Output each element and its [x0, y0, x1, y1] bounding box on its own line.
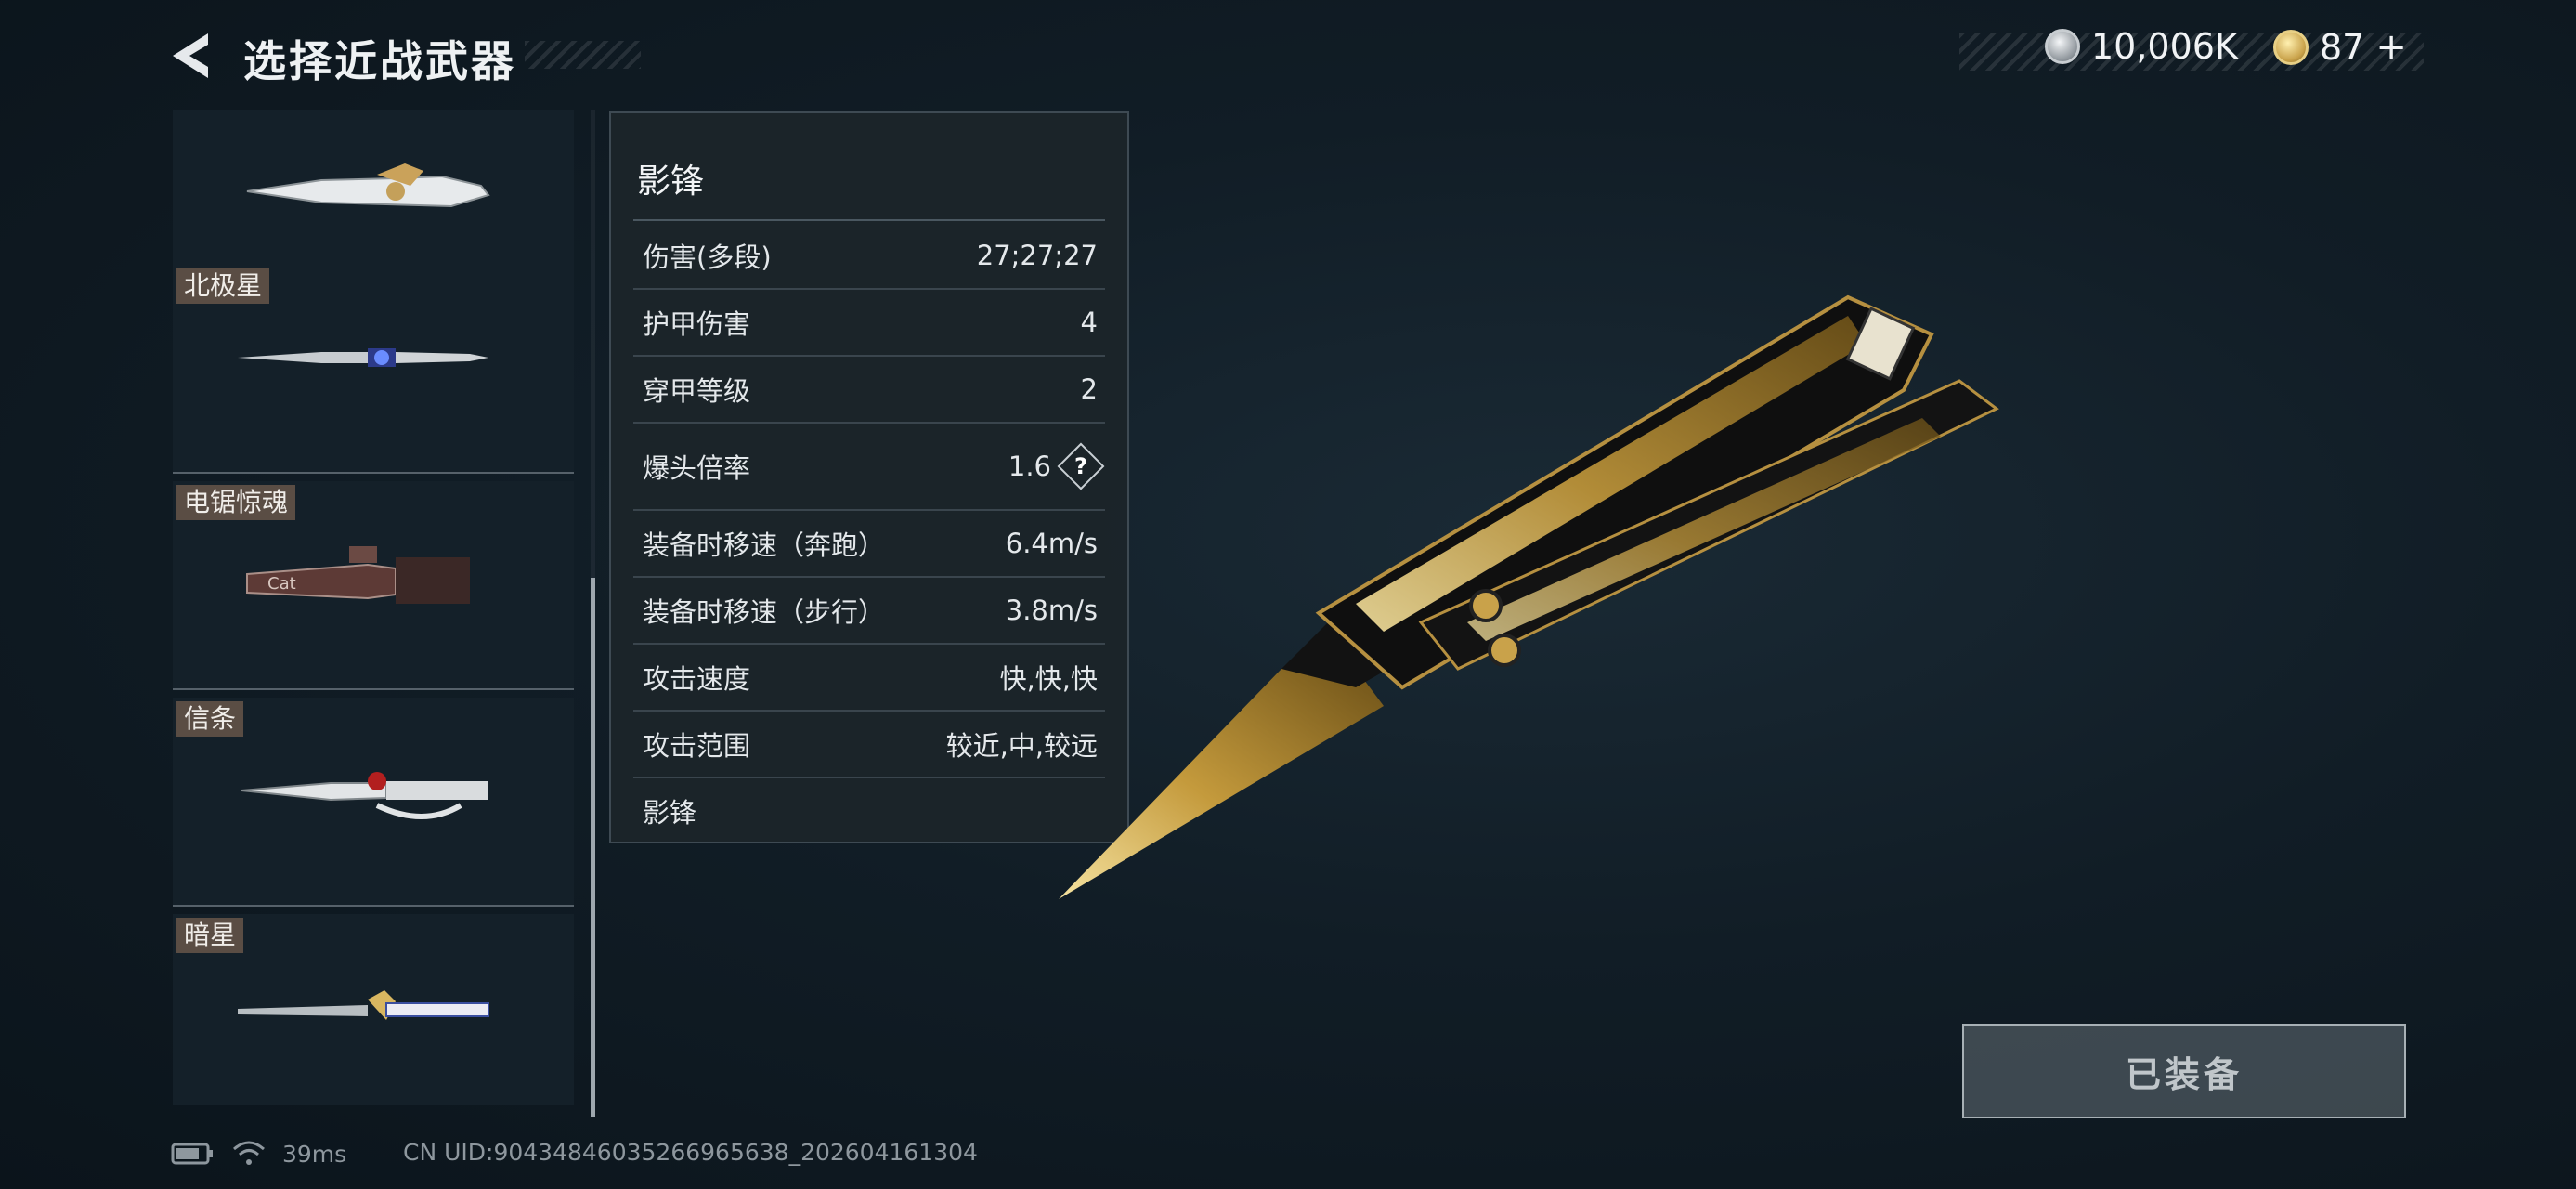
knife-image	[246, 163, 490, 208]
stat-label: 攻击范围	[643, 730, 751, 762]
weapon-description: 影锋	[643, 797, 697, 829]
chainsaw-image: Cat	[246, 546, 470, 604]
stat-label: 护甲伤害	[643, 308, 751, 340]
stat-row-walk-speed: 装备时移速（步行） 3.8m/s	[633, 578, 1105, 645]
weapon-card[interactable]: 信条	[173, 698, 574, 907]
scrollbar-thumb[interactable]	[591, 578, 595, 1117]
stat-row-attack-speed: 攻击速度 快,快,快	[633, 645, 1105, 712]
stat-row-run-speed: 装备时移速（奔跑） 6.4m/s	[633, 511, 1105, 578]
back-arrow-icon	[173, 33, 208, 78]
stat-label: 爆头倍率	[643, 452, 751, 484]
weapon-title: 影锋	[637, 163, 705, 201]
weapon-name: 信条	[176, 701, 244, 737]
gold-currency[interactable]: 87 +	[2273, 26, 2407, 69]
divider	[633, 219, 1105, 221]
wifi-icon	[233, 1141, 265, 1165]
stat-label: 装备时移速（奔跑）	[643, 529, 886, 561]
gold-coin-icon	[2273, 30, 2309, 65]
silver-amount: 10,006K	[2091, 26, 2238, 67]
weapon-card[interactable]: 暗星	[173, 914, 574, 1105]
weapon-name: 北极星	[176, 268, 270, 304]
stat-row-headshot: 爆头倍率 1.6 ?	[633, 424, 1105, 511]
weapon-name: 暗星	[176, 918, 244, 953]
stat-label: 穿甲等级	[643, 375, 751, 407]
stat-label: 攻击速度	[643, 663, 751, 695]
silver-coin-icon	[2045, 29, 2080, 64]
page-title: 选择近战武器	[243, 36, 516, 86]
knife-image	[238, 348, 488, 367]
back-button[interactable]	[167, 30, 214, 82]
stat-row-attack-range: 攻击范围 较近,中,较远	[633, 712, 1105, 778]
status-bar: 39ms	[171, 1135, 346, 1172]
stat-row-penetration: 穿甲等级 2	[633, 357, 1105, 424]
weapon-name: 电锯惊魂	[176, 485, 296, 520]
ping-value: 39ms	[282, 1140, 347, 1168]
stat-label: 伤害(多段)	[643, 242, 772, 273]
user-uid: CN UID:9043484603526696563​8_20260416130…	[403, 1139, 978, 1166]
add-currency-icon[interactable]: +	[2375, 26, 2407, 69]
weapon-showcase-image	[1059, 294, 1999, 899]
knife-image	[241, 772, 488, 819]
svg-text:Cat: Cat	[267, 574, 296, 594]
stat-row-damage: 伤害(多段) 27;27;27	[633, 223, 1105, 290]
stat-row-armor-damage: 护甲伤害 4	[633, 290, 1105, 357]
gold-amount: 87	[2320, 27, 2365, 68]
stat-value: 1.6	[1008, 451, 1051, 482]
equip-button[interactable]: 已装备	[1962, 1024, 2406, 1118]
silver-currency: 10,006K	[2045, 26, 2238, 67]
knife-image	[238, 990, 489, 1020]
weapon-card[interactable]: 电锯惊魂 Cat	[173, 481, 574, 690]
weapon-card[interactable]: 北极星	[173, 265, 574, 474]
weapon-list[interactable]: 北极星 电锯惊魂 Cat 信条 暗星	[173, 110, 574, 1105]
battery-icon	[171, 1143, 213, 1165]
stat-value: 27;27;27	[976, 240, 1098, 271]
title-decoration	[525, 41, 641, 69]
stat-label: 装备时移速（步行）	[643, 596, 886, 628]
